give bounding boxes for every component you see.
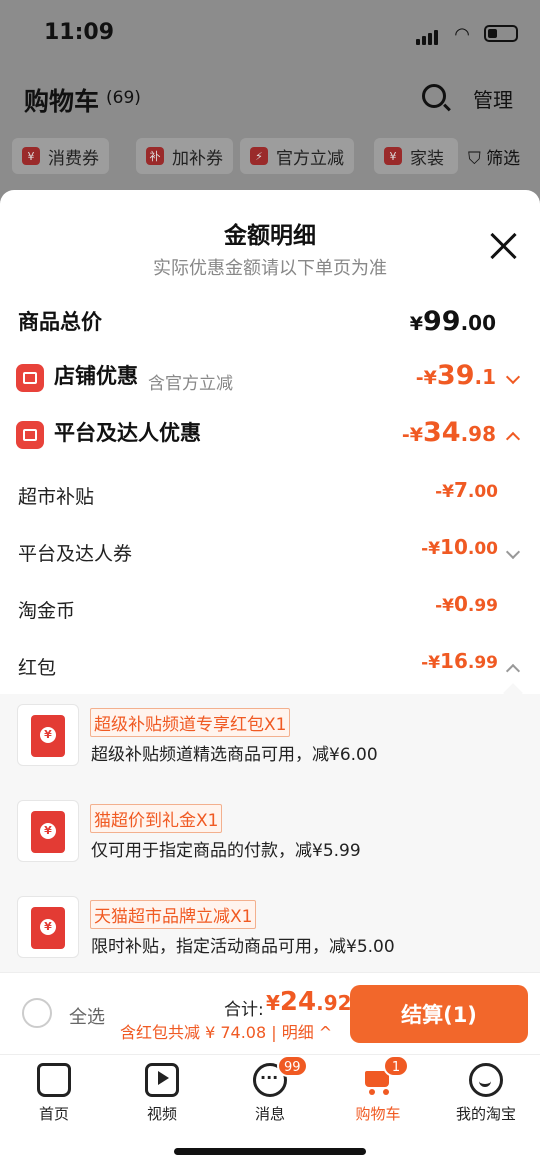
total-amount: ¥24.92 [266,987,352,1017]
filter-chips: ¥ 消费券 补 加补券 ⚡ 官方立减 ¥ 家装 ⛉ 筛选 [12,138,540,176]
tab-label: 我的淘宝 [455,1105,516,1123]
chip-label: 消费券 [48,148,99,169]
tab-cart[interactable]: 1 购物车 [333,1055,423,1124]
tab-video[interactable]: 视频 [117,1063,207,1124]
platform-discount-label: 平台及达人优惠 [54,421,201,445]
video-icon [145,1063,179,1097]
manage-button[interactable]: 管理 [473,84,513,113]
coupon-tag: 猫超价到礼金X1 [90,804,223,833]
message-badge: 99 [277,1055,308,1077]
item-amount: -¥16.99 [421,649,498,673]
platform-discount-row[interactable]: 平台及达人优惠 -¥34.98 [0,415,540,455]
shop-discount-label: 店铺优惠 [54,364,138,388]
gold-coin-row: 淘金币 -¥0.99 [0,590,540,630]
home-icon [37,1063,71,1097]
total-label: 商品总价 [18,310,102,334]
battery-icon [484,25,518,42]
funnel-icon: ⛉ [468,149,481,169]
cart-header: 购物车 (69) 管理 [0,68,540,128]
search-icon[interactable] [422,84,446,108]
item-amount: -¥7.00 [435,478,498,502]
coupon-tag: 超级补贴频道专享红包X1 [90,708,291,737]
coupon-icon: ¥ [384,147,402,165]
sheet-subtitle: 实际优惠金额请以下单页为准 [153,258,387,279]
select-all-label[interactable]: 全选 [69,1003,105,1029]
page-title: 购物车 [24,87,100,116]
close-icon[interactable] [488,230,520,262]
chevron-up-icon[interactable] [505,663,521,679]
tab-home[interactable]: 首页 [9,1063,99,1124]
chip-home[interactable]: ¥ 家装 [374,138,458,174]
supermarket-subsidy-row: 超市补贴 -¥7.00 [0,476,540,516]
filter-label: 筛选 [486,149,521,169]
red-envelope-icon [17,704,79,766]
tab-label: 视频 [146,1105,177,1123]
profile-icon [469,1063,503,1097]
item-label: 红包 [18,657,57,679]
subsidy-icon: 补 [146,147,164,165]
tab-label: 首页 [38,1105,69,1123]
chevron-down-icon[interactable] [505,369,521,385]
list-item: 天猫超市品牌立减X1 限时补贴，指定活动商品可用，减¥5.00 [0,896,540,966]
list-item: 超级补贴频道专享红包X1 超级补贴频道精选商品可用，减¥6.00 [0,704,540,774]
total-amount: ¥99.00 [409,306,496,337]
savings-detail-toggle[interactable]: 含红包共减 ¥ 74.08 | 明细 ^ [120,1019,332,1043]
select-all-checkbox[interactable] [22,998,52,1028]
list-item: 猫超价到礼金X1 仅可用于指定商品的付款，减¥5.99 [0,800,540,870]
chip-label: 官方立减 [276,148,344,169]
coupon-description: 限时补贴，指定活动商品可用，减¥5.00 [91,937,395,957]
lightning-icon: ⚡ [250,147,268,165]
filter-button[interactable]: ⛉ 筛选 [468,144,520,169]
wifi-icon: ◠ [454,24,470,45]
sheet-title: 金额明细 [224,223,316,249]
tab-my-taobao[interactable]: 我的淘宝 [441,1063,531,1124]
shop-icon [16,364,44,392]
coupon-description: 超级补贴频道精选商品可用，减¥6.00 [91,745,378,765]
item-label: 平台及达人券 [18,543,133,565]
cart-badge: 1 [383,1055,409,1077]
chip-label: 加补券 [172,148,223,169]
item-label: 超市补贴 [18,486,95,508]
red-envelope-icon [17,800,79,862]
platform-coupon-row[interactable]: 平台及达人券 -¥10.00 [0,533,540,573]
tab-label: 购物车 [355,1105,401,1123]
chip-label: 家装 [410,148,444,169]
platform-discount-amount: -¥34.98 [401,417,496,448]
coupon-description: 仅可用于指定商品的付款，减¥5.99 [91,841,361,861]
home-indicator [174,1148,366,1155]
status-time: 11:09 [44,20,115,45]
red-packet-list: 超级补贴频道专享红包X1 超级补贴频道精选商品可用，减¥6.00 猫超价到礼金X… [0,694,540,974]
item-label: 淘金币 [18,600,76,622]
chevron-up-icon[interactable] [505,431,521,447]
shop-discount-row[interactable]: 店铺优惠 含官方立减 -¥39.1 [0,358,540,398]
tab-messages[interactable]: 99 消息 [225,1055,315,1124]
item-amount: -¥10.00 [421,535,498,559]
chip-subsidy-coupon[interactable]: 补 加补券 [136,138,233,174]
chip-official-discount[interactable]: ⚡ 官方立减 [240,138,354,174]
chevron-down-icon[interactable] [505,544,521,560]
checkout-button[interactable]: 结算(1) [350,985,528,1043]
status-bar: 11:09 ◠ [0,0,540,68]
total-row: 商品总价 ¥99.00 [0,304,540,344]
cart-count: (69) [106,88,141,108]
red-envelope-icon [17,896,79,958]
checkout-bar: 全选 合计: ¥24.92 含红包共减 ¥ 74.08 | 明细 ^ 结算(1) [0,972,540,1054]
shop-discount-note: 含官方立减 [148,374,233,394]
shop-discount-amount: -¥39.1 [415,360,496,391]
total-label: 合计: [224,1000,264,1020]
coupon-icon: ¥ [22,147,40,165]
red-packet-row[interactable]: 红包 -¥16.99 [0,647,540,687]
platform-icon [16,421,44,449]
signal-icon [416,26,440,45]
item-amount: -¥0.99 [435,592,498,616]
coupon-tag: 天猫超市品牌立减X1 [90,900,257,929]
tab-label: 消息 [254,1105,285,1123]
chip-consumer-coupon[interactable]: ¥ 消费券 [12,138,109,174]
